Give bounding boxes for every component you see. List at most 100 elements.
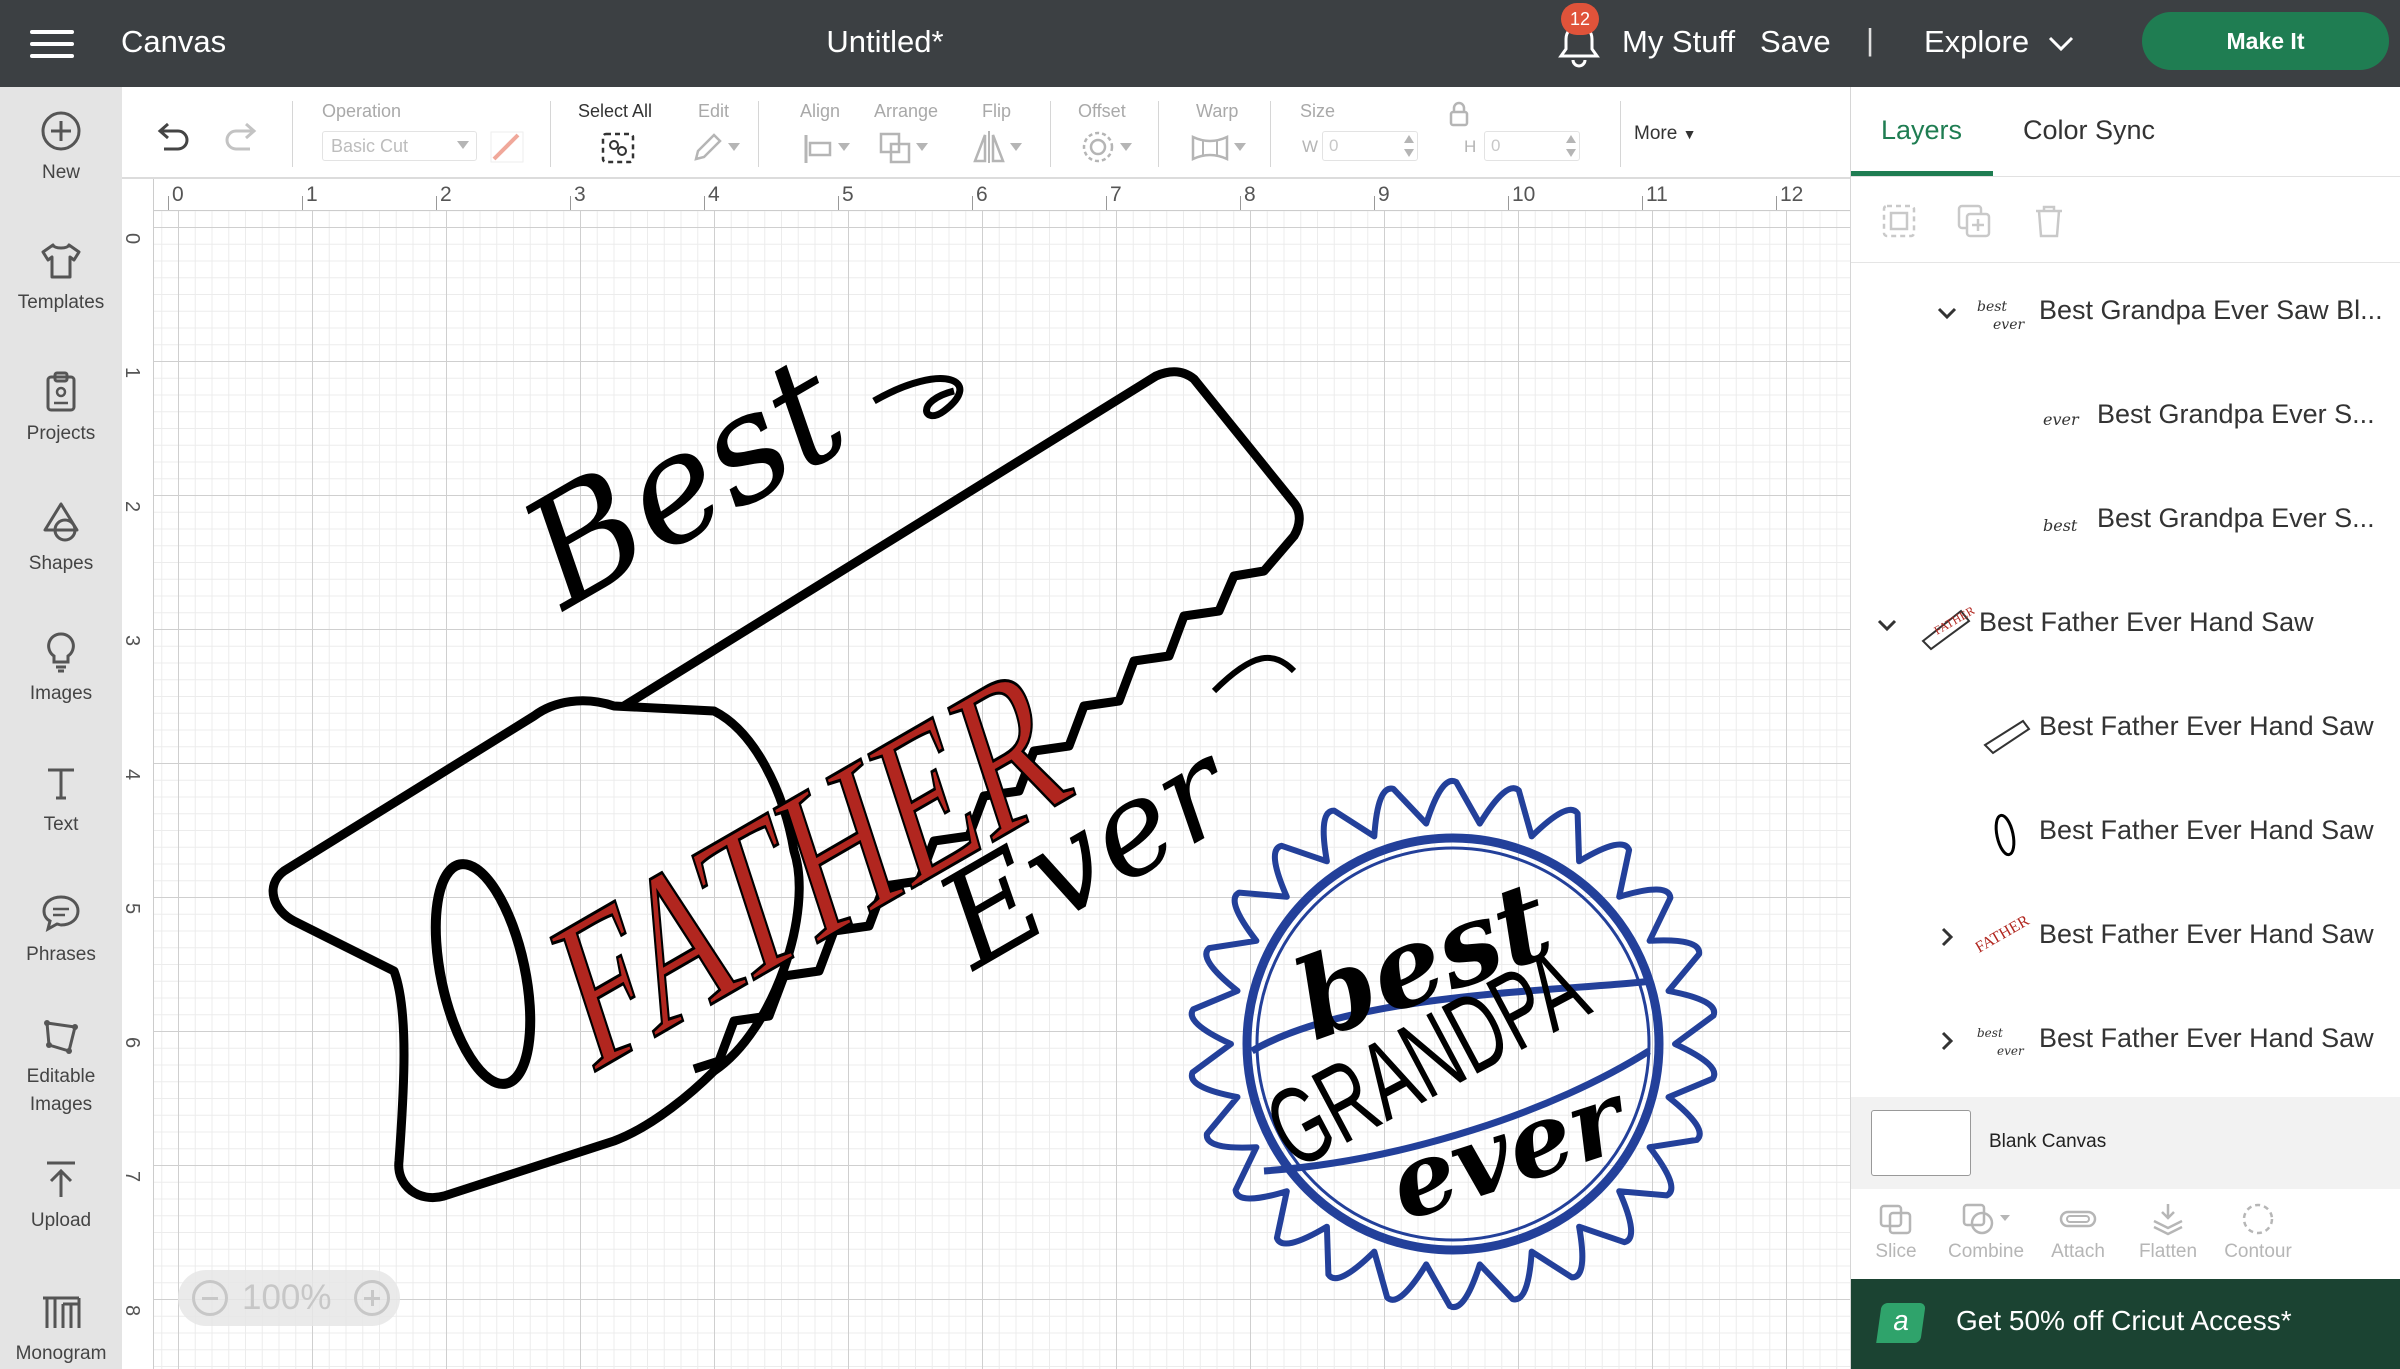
chevron-down-icon[interactable] [2046, 28, 2076, 58]
ruler-tick [1374, 196, 1375, 210]
layer-row[interactable]: best Best Grandpa Ever S... [1851, 471, 2400, 575]
cricut-access-promo[interactable]: a Get 50% off Cricut Access* [1851, 1279, 2400, 1369]
contour-icon [2242, 1203, 2274, 1235]
flatten-icon [2153, 1204, 2183, 1236]
ruler-tick [302, 196, 303, 210]
attach-button[interactable]: Attach [2033, 1189, 2123, 1263]
cricut-access-logo-icon: a [1876, 1303, 1926, 1343]
layer-row[interactable]: FATHER Best Father Ever Hand Saw [1851, 575, 2400, 679]
ruler-tick-label: 3 [121, 634, 144, 647]
layer-row[interactable]: Best Father Ever Hand Saw [1851, 783, 2400, 887]
layer-row[interactable]: FATHER Best Father Ever Hand Saw [1851, 887, 2400, 991]
group-icon[interactable] [1881, 203, 1917, 239]
undo-icon[interactable] [152, 121, 192, 157]
arrange-icon[interactable] [878, 131, 914, 165]
sidebar-label: Editable [26, 1066, 96, 1087]
zoom-out-icon[interactable] [192, 1280, 228, 1316]
layer-name: Best Grandpa Ever S... [2097, 399, 2375, 429]
blade-design[interactable]: best GRANDPA ever [1188, 778, 1718, 1310]
combine-button[interactable]: Combine [1941, 1189, 2031, 1263]
save-link[interactable]: Save [1760, 24, 1831, 60]
explore-link[interactable]: Explore [1924, 24, 2029, 60]
sidebar-item-images[interactable]: Images [0, 630, 122, 708]
layer-row[interactable]: best ever Best Father Ever Hand Saw [1851, 991, 2400, 1095]
document-title[interactable]: Untitled* [0, 24, 1770, 60]
flip-caret-icon [1010, 143, 1022, 151]
blank-canvas-swatch[interactable] [1871, 1110, 1971, 1176]
contour-button[interactable]: Contour [2213, 1189, 2303, 1263]
flip-icon[interactable] [972, 129, 1006, 165]
sidebar-item-templates[interactable]: Templates [0, 239, 122, 317]
flatten-button[interactable]: Flatten [2123, 1189, 2213, 1263]
more-label: More [1634, 123, 1678, 144]
slice-label: Slice [1875, 1241, 1917, 1262]
sidebar-item-text[interactable]: Text [0, 761, 122, 839]
width-stepper-icon[interactable] [1402, 131, 1416, 161]
svg-text:best: best [2043, 516, 2078, 535]
edit-pencil-icon[interactable] [690, 131, 724, 165]
svg-text:ever: ever [1997, 1044, 2025, 1058]
ruler-tick [1642, 196, 1643, 210]
my-stuff-link[interactable]: My Stuff [1622, 24, 1735, 60]
svg-text:best: best [1977, 1026, 2003, 1040]
offset-label: Offset [1078, 101, 1126, 121]
tab-color-sync[interactable]: Color Sync [2023, 115, 2155, 146]
design-canvas[interactable]: Best FATHER Ever best GRANDPA ever [154, 211, 1850, 1369]
lock-icon[interactable] [1448, 101, 1470, 127]
offset-caret-icon [1120, 143, 1132, 151]
sidebar-item-phrases[interactable]: Phrases [0, 891, 122, 969]
chevron-down-icon[interactable] [1935, 301, 1959, 325]
ruler-tick [570, 196, 571, 210]
ruler-tick-label: 4 [121, 768, 144, 781]
layer-row[interactable]: Best Father Ever Hand Saw [1851, 679, 2400, 783]
chevron-down-icon[interactable] [1875, 613, 1899, 637]
ruler-tick-label: 3 [574, 183, 586, 206]
saw-design[interactable]: Best FATHER Ever [268, 323, 1304, 1202]
align-caret-icon [838, 143, 850, 151]
operation-caret-icon [457, 141, 469, 149]
offset-icon[interactable] [1080, 129, 1116, 165]
select-all-icon[interactable] [600, 131, 636, 165]
ruler-tick [436, 196, 437, 210]
ruler-tick-label: 0 [172, 183, 184, 206]
sidebar-item-shapes[interactable]: Shapes [0, 500, 122, 578]
divider [1158, 101, 1159, 167]
layer-thumbnail-icon: best ever [1977, 1026, 2025, 1058]
sidebar-item-new[interactable]: New [0, 109, 122, 187]
align-icon[interactable] [802, 133, 836, 165]
linetype-pen-icon[interactable] [490, 131, 524, 163]
duplicate-icon[interactable] [1956, 203, 1992, 239]
chevron-right-icon[interactable] [1935, 1029, 1959, 1053]
warp-icon[interactable] [1190, 133, 1230, 163]
blank-canvas-label: Blank Canvas [1989, 1131, 2107, 1152]
make-it-button[interactable]: Make It [2142, 12, 2389, 70]
ruler-tick-label: 5 [121, 902, 144, 915]
sidebar-item-upload[interactable]: Upload [0, 1157, 122, 1235]
upload-arrow-icon [47, 1161, 75, 1197]
sidebar-item-projects[interactable]: Projects [0, 370, 122, 448]
layer-row[interactable]: ever Best Grandpa Ever S... [1851, 367, 2400, 471]
slice-button[interactable]: Slice [1851, 1189, 1941, 1263]
layer-name: Best Father Ever Hand Saw [2039, 919, 2374, 949]
zoom-in-icon[interactable] [354, 1280, 390, 1316]
sidebar-item-editable-images[interactable]: Editable Images [0, 1013, 122, 1119]
sidebar-label: Monogram [15, 1343, 107, 1364]
ruler-top: 0 1 2 3 4 5 6 7 8 9 10 11 12 [122, 179, 1850, 211]
layer-row[interactable]: best ever Best Grandpa Ever Saw Bl... [1851, 263, 2400, 367]
combine-label: Combine [1947, 1241, 2025, 1262]
arrange-label: Arrange [874, 101, 939, 121]
chevron-right-icon[interactable] [1935, 925, 1959, 949]
tab-layers[interactable]: Layers [1881, 115, 1962, 146]
redo-icon[interactable] [222, 121, 262, 157]
more-menu[interactable]: More ▼ [1634, 123, 1696, 145]
ruler-tick-label: 6 [976, 183, 988, 206]
trash-icon[interactable] [2031, 203, 2067, 239]
operation-select[interactable]: Basic Cut [322, 131, 477, 161]
height-stepper-icon[interactable] [1564, 131, 1578, 161]
layer-thumbnail-icon: FATHER [1975, 912, 2033, 957]
select-all-label: Select All [578, 101, 653, 121]
panel-tabs: Layers Color Sync [1851, 87, 2400, 177]
sidebar-item-monogram[interactable]: Monogram [0, 1290, 122, 1368]
blank-canvas-row[interactable]: Blank Canvas [1851, 1097, 2400, 1189]
ruler-tick [1240, 196, 1241, 210]
